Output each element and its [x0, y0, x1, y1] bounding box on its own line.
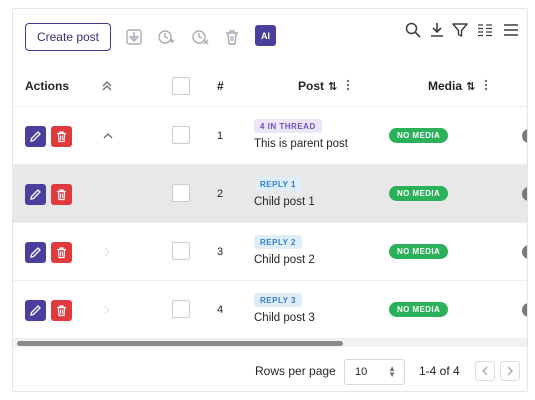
- row-checkbox[interactable]: [172, 242, 190, 260]
- delete-button[interactable]: [51, 300, 72, 321]
- status-toggle[interactable]: [522, 129, 527, 143]
- edit-button[interactable]: [25, 300, 46, 321]
- chevron-right-icon[interactable]: [102, 281, 112, 339]
- pencil-icon: [30, 247, 41, 258]
- status-toggle[interactable]: [522, 187, 527, 201]
- menu-icon[interactable]: [501, 20, 521, 40]
- thread-badge: REPLY 2: [254, 235, 302, 249]
- trash-icon: [57, 247, 66, 259]
- trash-icon: [57, 189, 66, 201]
- media-status-badge: NO MEDIA: [389, 128, 449, 143]
- table-row[interactable]: 2 REPLY 1 Child post 1 NO MEDIA: [13, 165, 527, 223]
- table-row[interactable]: 4 REPLY 3 Child post 3 NO MEDIA: [13, 281, 527, 339]
- pencil-icon: [30, 131, 41, 142]
- table-row[interactable]: 3 REPLY 2 Child post 2 NO MEDIA: [13, 223, 527, 281]
- rows-per-page-value: 10: [355, 366, 368, 378]
- sort-icon[interactable]: ⇅: [328, 80, 337, 93]
- column-menu-icon[interactable]: [484, 79, 488, 94]
- pencil-icon: [30, 305, 41, 316]
- schedule-cancel-icon[interactable]: [189, 26, 211, 48]
- delete-button[interactable]: [51, 242, 72, 263]
- sort-icon[interactable]: ⇅: [466, 80, 475, 93]
- column-menu-icon[interactable]: [346, 79, 350, 94]
- posts-table-card: Create post AI Actions # Post ⇅ Media ⇅ …: [12, 8, 528, 392]
- download-icon[interactable]: [427, 20, 447, 40]
- row-number: 3: [217, 246, 224, 258]
- row-checkbox[interactable]: [172, 184, 190, 202]
- table-pagination: Rows per page 10 ▲ ▼ 1-4 of 4: [13, 349, 527, 391]
- ai-button[interactable]: AI: [255, 25, 276, 46]
- create-post-button[interactable]: Create post: [25, 23, 111, 51]
- post-title[interactable]: Child post 3: [254, 312, 315, 324]
- search-icon[interactable]: [403, 20, 423, 40]
- media-status-badge: NO MEDIA: [389, 302, 449, 317]
- delete-button[interactable]: [51, 126, 72, 147]
- collapse-all-icon[interactable]: [101, 65, 113, 107]
- media-header-label: Media: [428, 79, 463, 93]
- table-header: Actions # Post ⇅ Media ⇅: [13, 65, 527, 107]
- media-header[interactable]: Media ⇅: [428, 65, 488, 107]
- table-row[interactable]: 1 4 IN THREAD This is parent post NO MED…: [13, 107, 527, 165]
- trash-icon[interactable]: [221, 26, 243, 48]
- table-toolbar: Create post AI: [13, 9, 527, 65]
- delete-button[interactable]: [51, 184, 72, 205]
- post-header[interactable]: Post ⇅: [298, 65, 350, 107]
- post-title[interactable]: Child post 2: [254, 254, 315, 266]
- row-checkbox[interactable]: [172, 300, 190, 318]
- collapse-row-icon[interactable]: [102, 107, 114, 165]
- rows-per-page-label: Rows per page: [255, 364, 336, 378]
- chevron-right-icon[interactable]: [102, 223, 112, 281]
- trash-icon: [57, 131, 66, 143]
- post-title[interactable]: This is parent post: [254, 138, 348, 150]
- thread-badge: 4 IN THREAD: [254, 119, 322, 133]
- actions-header: Actions: [25, 79, 70, 93]
- next-page-button[interactable]: [500, 361, 520, 381]
- edit-button[interactable]: [25, 126, 46, 147]
- media-status-badge: NO MEDIA: [389, 186, 449, 201]
- thread-badge: REPLY 1: [254, 177, 302, 191]
- post-header-label: Post: [298, 79, 325, 93]
- previous-page-button[interactable]: [475, 361, 495, 381]
- chevron-right-icon[interactable]: [102, 165, 112, 223]
- columns-icon[interactable]: [475, 20, 495, 40]
- trash-icon: [57, 305, 66, 317]
- select-caret-icon: ▲ ▼: [388, 364, 396, 379]
- import-icon[interactable]: [123, 26, 145, 48]
- row-number: 4: [217, 304, 224, 316]
- row-number: 2: [217, 188, 224, 200]
- post-title[interactable]: Child post 1: [254, 196, 315, 208]
- edit-button[interactable]: [25, 242, 46, 263]
- row-number: 1: [217, 130, 224, 142]
- filter-icon[interactable]: [450, 20, 470, 40]
- number-header: #: [217, 79, 224, 93]
- rows-per-page-select[interactable]: 10 ▲ ▼: [344, 359, 405, 385]
- horizontal-scrollbar-thumb[interactable]: [17, 341, 343, 346]
- status-toggle[interactable]: [522, 303, 527, 317]
- schedule-add-icon[interactable]: [155, 26, 177, 48]
- row-checkbox[interactable]: [172, 126, 190, 144]
- edit-button[interactable]: [25, 184, 46, 205]
- media-status-badge: NO MEDIA: [389, 244, 449, 259]
- select-all-checkbox[interactable]: [172, 65, 190, 107]
- thread-badge: REPLY 3: [254, 293, 302, 307]
- pagination-range: 1-4 of 4: [419, 364, 460, 378]
- pencil-icon: [30, 189, 41, 200]
- status-toggle[interactable]: [522, 245, 527, 259]
